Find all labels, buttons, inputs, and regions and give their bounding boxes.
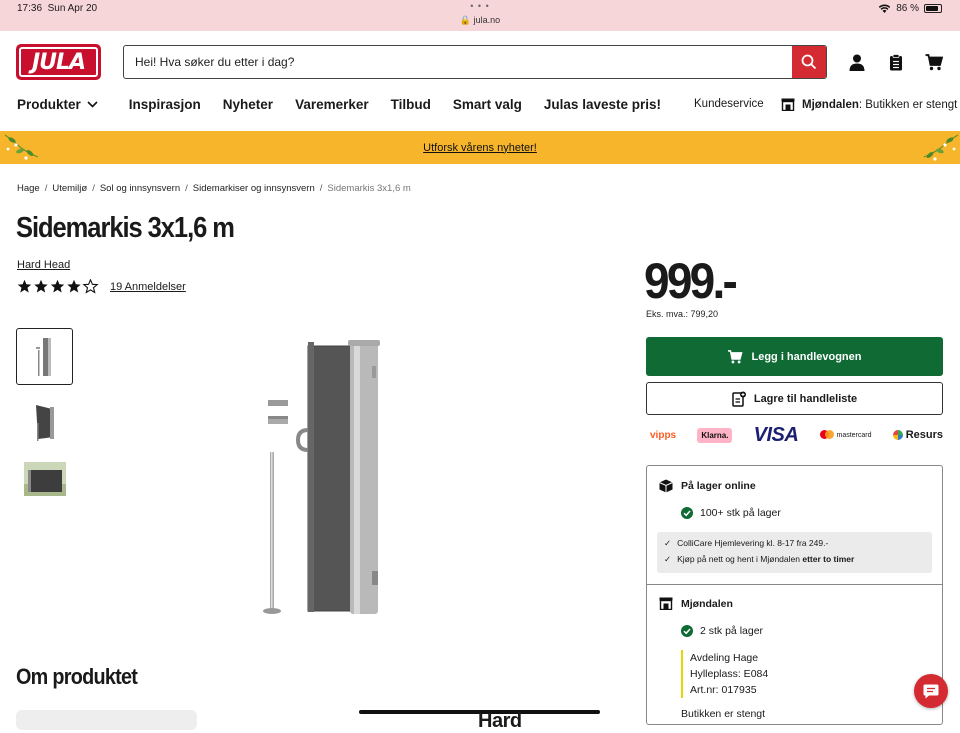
check-icon: ✓ bbox=[664, 538, 672, 548]
payment-methods: vipps Klarna. VISA mastercard Resurs bbox=[650, 423, 943, 446]
store-selector[interactable]: Mjøndalen: Butikken er stengt bbox=[781, 98, 957, 111]
nav-item-produkter[interactable]: Produkter bbox=[17, 97, 98, 112]
leaf-decoration-icon bbox=[4, 134, 39, 160]
product-image[interactable] bbox=[250, 336, 400, 621]
stock-panel: På lager online 100+ stk på lager ✓ Colli… bbox=[646, 465, 943, 725]
breadcrumb-sidemarkiser[interactable]: Sidemarkiser og innsynsvern bbox=[193, 183, 315, 194]
account-icon[interactable] bbox=[846, 51, 868, 73]
wifi-icon bbox=[879, 4, 891, 13]
battery-status: 86 % bbox=[878, 3, 942, 14]
nav-item-tilbud[interactable]: Tilbud bbox=[391, 97, 431, 112]
shopping-list-icon[interactable] bbox=[885, 51, 907, 73]
delivery-option-1: ✓ ColliCare Hjemlevering kl. 8-17 fra 249… bbox=[664, 538, 829, 548]
shelf-location: Hylleplass: E084 bbox=[690, 668, 769, 680]
search-icon bbox=[801, 54, 817, 70]
mastercard-logo: mastercard bbox=[819, 429, 872, 441]
banner-link[interactable]: Utforsk vårens nyheter! bbox=[423, 142, 537, 154]
main-nav: Produkter Inspirasjon Nyheter Varemerker… bbox=[17, 97, 661, 112]
promo-banner: Utforsk vårens nyheter! bbox=[0, 131, 960, 164]
nav-item-varemerker[interactable]: Varemerker bbox=[295, 97, 369, 112]
divider bbox=[647, 584, 942, 585]
resurs-logo: Resurs bbox=[892, 429, 943, 441]
store-name: Mjøndalen bbox=[802, 98, 859, 111]
chevron-down-icon bbox=[87, 101, 98, 108]
online-stock-title: På lager online bbox=[659, 479, 756, 493]
tab-dots[interactable]: • • • bbox=[0, 1, 960, 11]
delivery-info: ✓ ColliCare Hjemlevering kl. 8-17 fra 249… bbox=[657, 532, 932, 573]
store-icon bbox=[659, 597, 673, 610]
nav-item-laveste-pris[interactable]: Julas laveste pris! bbox=[544, 97, 661, 112]
store-stock-title[interactable]: Mjøndalen bbox=[659, 597, 733, 610]
chat-button[interactable] bbox=[914, 674, 948, 708]
save-to-list-button[interactable]: Lagre til handleliste bbox=[646, 382, 943, 415]
search-bar bbox=[123, 45, 827, 79]
store-stock-qty: 2 stk på lager bbox=[681, 625, 763, 637]
store-closed-text: Butikken er stengt bbox=[681, 708, 766, 720]
breadcrumb-current: Sidemarkis 3x1,6 m bbox=[327, 183, 411, 194]
about-heading: Om produktet bbox=[16, 664, 138, 689]
klarna-logo: Klarna. bbox=[697, 427, 733, 443]
check-icon: ✓ bbox=[664, 554, 672, 564]
price-ex-vat: Eks. mva.: 799,20 bbox=[646, 309, 719, 319]
cart-icon bbox=[728, 349, 744, 363]
about-tab[interactable] bbox=[16, 710, 197, 730]
department: Avdeling Hage bbox=[690, 652, 759, 664]
add-list-icon bbox=[732, 391, 746, 407]
package-icon bbox=[659, 479, 673, 493]
cart-icon[interactable] bbox=[923, 51, 945, 73]
search-input[interactable] bbox=[124, 46, 792, 78]
vipps-logo: vipps bbox=[650, 429, 677, 441]
thumbnail-2[interactable] bbox=[16, 392, 73, 449]
breadcrumb-sol[interactable]: Sol og innsynsvern bbox=[100, 183, 180, 194]
nav-item-nyheter[interactable]: Nyheter bbox=[223, 97, 273, 112]
online-stock-qty: 100+ stk på lager bbox=[681, 507, 781, 519]
brand-link[interactable]: Hard Head bbox=[17, 259, 70, 271]
site-header: JULA Produkter Inspirasjon Nyheter Varem… bbox=[0, 31, 960, 131]
check-circle-icon bbox=[681, 625, 693, 637]
breadcrumb-hage[interactable]: Hage bbox=[17, 183, 40, 194]
delivery-option-2: ✓ Kjøp på nett og hent i Mjøndalen etter … bbox=[664, 554, 855, 564]
visa-logo: VISA bbox=[753, 423, 799, 446]
leaf-decoration-icon bbox=[923, 134, 959, 161]
nav-item-inspirasjon[interactable]: Inspirasjon bbox=[129, 97, 201, 112]
store-status: : Butikken er stengt bbox=[858, 98, 958, 111]
check-circle-icon bbox=[681, 507, 693, 519]
star-rating-icon bbox=[17, 279, 98, 294]
price: 999.- bbox=[644, 253, 738, 309]
page-title: Sidemarkis 3x1,6 m bbox=[16, 212, 235, 244]
chat-icon bbox=[923, 684, 939, 698]
reviews-link[interactable]: 19 Anmeldelser bbox=[110, 281, 186, 293]
customer-service-link[interactable]: Kundeservice bbox=[694, 98, 764, 110]
rating[interactable]: 19 Anmeldelser bbox=[17, 279, 186, 294]
url-bar[interactable]: 🔒 jula.no bbox=[0, 15, 960, 26]
thumbnail-3[interactable] bbox=[16, 450, 73, 507]
add-to-cart-button[interactable]: Legg i handlevognen bbox=[646, 337, 943, 376]
nav-item-smart-valg[interactable]: Smart valg bbox=[453, 97, 522, 112]
breadcrumb: Hage / Utemiljø / Sol og innsynsvern / Side… bbox=[17, 183, 411, 194]
store-location: Avdeling Hage Hylleplass: E084 Art.nr: 0… bbox=[681, 650, 768, 698]
battery-icon bbox=[924, 4, 942, 13]
resurs-icon bbox=[892, 430, 903, 440]
status-bar: 17:36 Sun Apr 20 • • • 🔒 jula.no 86 % bbox=[0, 0, 960, 31]
store-icon bbox=[781, 98, 795, 111]
search-button[interactable] bbox=[792, 46, 826, 78]
thumbnail-1[interactable] bbox=[16, 328, 73, 385]
brand-preview-text: Hard bbox=[478, 710, 522, 732]
jula-logo[interactable]: JULA bbox=[16, 44, 101, 80]
article-number: Art.nr: 017935 bbox=[690, 684, 757, 696]
breadcrumb-utemiljo[interactable]: Utemiljø bbox=[52, 183, 87, 194]
